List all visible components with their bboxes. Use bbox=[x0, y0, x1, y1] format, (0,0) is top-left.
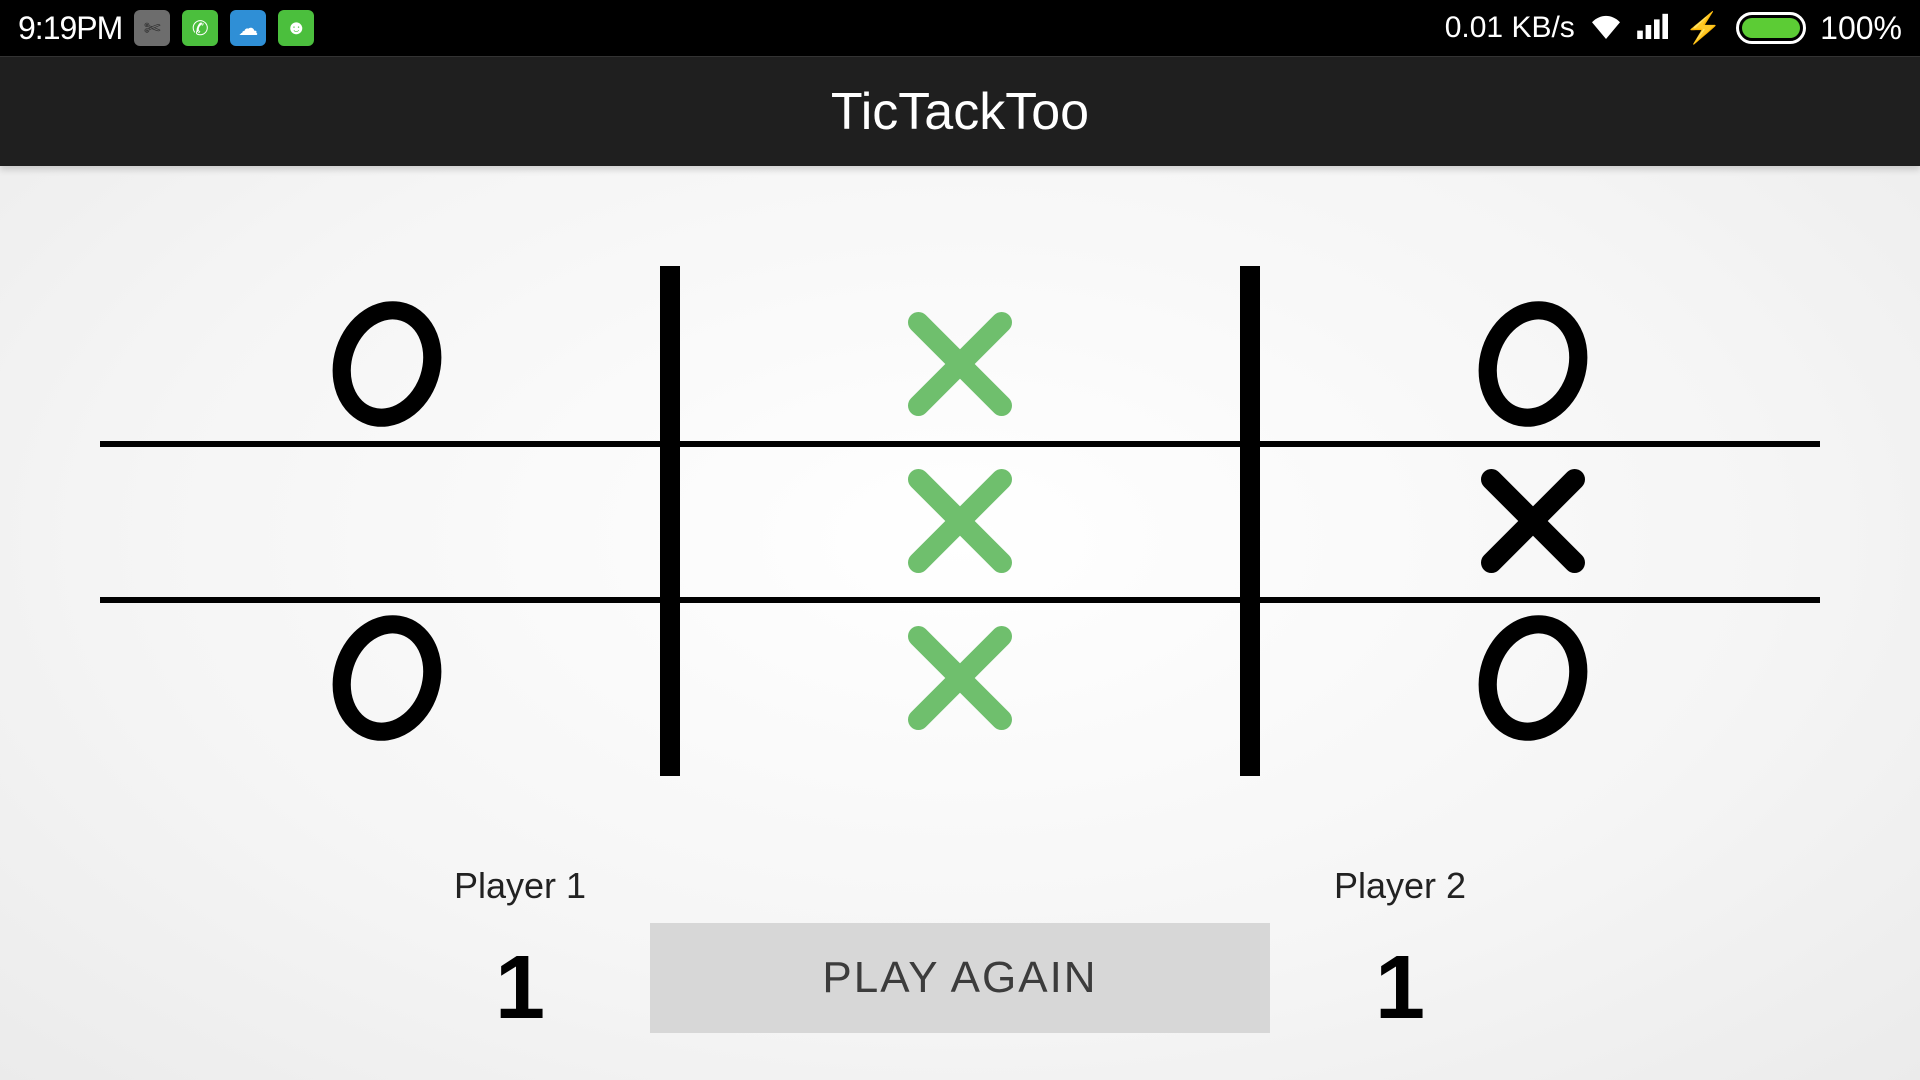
mark-o-icon bbox=[322, 613, 452, 743]
phone-icon: ✆ bbox=[182, 10, 218, 46]
battery-icon bbox=[1736, 12, 1806, 44]
cell-0-0[interactable] bbox=[100, 286, 673, 443]
player1-label: Player 1 bbox=[390, 865, 650, 907]
player2-score-block: Player 2 1 bbox=[1270, 865, 1530, 1040]
cloud-icon: ☁ bbox=[230, 10, 266, 46]
cell-0-1[interactable] bbox=[673, 286, 1246, 443]
android-status-bar: 9:19PM ✄ ✆ ☁ ☻ 0.01 KB/s ⚡ 100% bbox=[0, 0, 1920, 56]
game-board bbox=[100, 286, 1820, 756]
data-rate: 0.01 KB/s bbox=[1445, 11, 1575, 45]
mark-o-icon bbox=[1468, 613, 1598, 743]
app-title-bar: TicTackToo bbox=[0, 56, 1920, 166]
player1-score-block: Player 1 1 bbox=[390, 865, 650, 1040]
cell-0-2[interactable] bbox=[1247, 286, 1820, 443]
cell-2-0[interactable] bbox=[100, 599, 673, 756]
signal-icon bbox=[1637, 10, 1671, 47]
app-title: TicTackToo bbox=[831, 82, 1089, 142]
charging-icon: ⚡ bbox=[1685, 11, 1722, 46]
cell-1-1[interactable] bbox=[673, 443, 1246, 600]
robot-icon: ☻ bbox=[278, 10, 314, 46]
scissors-icon: ✄ bbox=[134, 10, 170, 46]
battery-percent: 100% bbox=[1820, 10, 1902, 47]
mark-x-icon bbox=[1468, 456, 1598, 586]
cell-2-1[interactable] bbox=[673, 599, 1246, 756]
cell-2-2[interactable] bbox=[1247, 599, 1820, 756]
play-again-button[interactable]: PLAY AGAIN bbox=[650, 923, 1270, 1033]
mark-o-icon bbox=[1468, 299, 1598, 429]
player2-score: 1 bbox=[1270, 937, 1530, 1040]
game-area: Player 1 1 PLAY AGAIN Player 2 1 bbox=[0, 166, 1920, 1080]
mark-x-icon bbox=[895, 613, 1025, 743]
board-cells bbox=[100, 286, 1820, 756]
status-time: 9:19PM bbox=[18, 10, 122, 47]
score-footer: Player 1 1 PLAY AGAIN Player 2 1 bbox=[190, 865, 1730, 1080]
wifi-icon bbox=[1589, 10, 1623, 47]
mark-x-icon bbox=[895, 456, 1025, 586]
mark-x-icon bbox=[895, 299, 1025, 429]
mark-o-icon bbox=[322, 299, 452, 429]
player1-score: 1 bbox=[390, 937, 650, 1040]
player2-label: Player 2 bbox=[1270, 865, 1530, 907]
cell-1-2[interactable] bbox=[1247, 443, 1820, 600]
cell-1-0[interactable] bbox=[100, 443, 673, 600]
